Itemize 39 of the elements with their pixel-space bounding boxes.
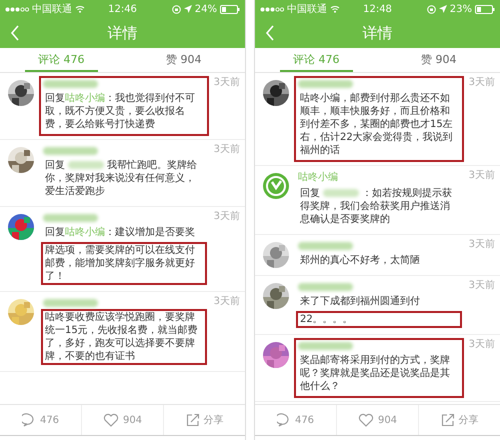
comment-time: 3天前 bbox=[214, 143, 240, 157]
comment-text: 咕咚小编，邮费到付那么贵还不如顺丰，顺丰快服务好，而且价格和到付差不多，某圈的邮费也才15左右，估计22大家会觉得贵，我说到福州的话 bbox=[299, 92, 454, 158]
comment-time: 3天前 bbox=[468, 338, 495, 352]
comment-action-button[interactable]: 476 bbox=[255, 405, 337, 435]
tab[interactable]: 赞 904 bbox=[402, 48, 475, 72]
clock-time: 12:48 bbox=[363, 4, 392, 14]
comment-text: 奖品邮寄将采用到付的方式，奖牌呢？奖牌就是奖品还是说奖品是其他什么？ bbox=[299, 354, 451, 394]
comment-text: 咕咚要收费应该学悦跑圈，要奖牌统一15元，先收报名费，就当邮费了，多好，跑友可以选择要不要牌牌，不要的也有证书 bbox=[41, 309, 207, 365]
comment-text: 回复咕咚小编：建议增加是否要奖 bbox=[44, 226, 196, 240]
tab[interactable]: 评论 476 bbox=[280, 48, 352, 72]
comment-text: 来了下成都到福州圆通到付 bbox=[299, 294, 421, 309]
battery-percent: 23% bbox=[450, 4, 472, 14]
comment-text: 回复 我帮忙跑吧。奖牌给你，奖牌对我来说没有任何意义，爱生活爱跑步 bbox=[44, 158, 198, 199]
user-name: 咕咚小编 bbox=[298, 172, 339, 184]
like-action-button[interactable]: 904 bbox=[82, 405, 164, 435]
comment-time: 3天前 bbox=[214, 76, 240, 90]
comment-time: 3天前 bbox=[468, 238, 495, 252]
page-title: 详情 bbox=[362, 24, 392, 42]
tab[interactable]: 赞 904 bbox=[148, 48, 220, 72]
comment-text: 郑州的真心不好考，太简陋 bbox=[299, 254, 421, 268]
tab[interactable]: 评论 476 bbox=[25, 48, 98, 72]
like-action-button[interactable]: 904 bbox=[337, 405, 419, 435]
comment-time: 3天前 bbox=[468, 169, 495, 183]
page-title: 详情 bbox=[108, 24, 138, 42]
share-action-button[interactable]: 分享 bbox=[419, 405, 500, 435]
comment-time: 3天前 bbox=[214, 295, 240, 309]
comment-text: 牌选项，需要奖牌的可以在线支付邮费，能增加奖牌刻字服务就更好了！ bbox=[41, 242, 207, 285]
comment-text: 回复咕咚小编：我也觉得到付不可取，既不方便又贵，要么收报名费，要么给账号打快递费 bbox=[44, 92, 196, 132]
carrier-name: 中国联通 bbox=[287, 2, 327, 16]
comment-time: 3天前 bbox=[468, 76, 495, 90]
clock-time: 12:46 bbox=[108, 4, 137, 14]
carrier-name: 中国联通 bbox=[32, 2, 72, 16]
comment-text: 22。。。。 bbox=[296, 311, 462, 328]
comment-time: 3天前 bbox=[468, 279, 495, 293]
battery-percent: 24% bbox=[194, 4, 218, 14]
comment-text: 回复 ：如若按规则提示获得奖牌，我们会给获奖用户推送消息确认是否要奖牌的 bbox=[299, 186, 453, 227]
comment-time: 3天前 bbox=[214, 210, 240, 224]
comment-action-button[interactable]: 476 bbox=[0, 405, 82, 435]
share-action-button[interactable]: 分享 bbox=[164, 405, 245, 435]
